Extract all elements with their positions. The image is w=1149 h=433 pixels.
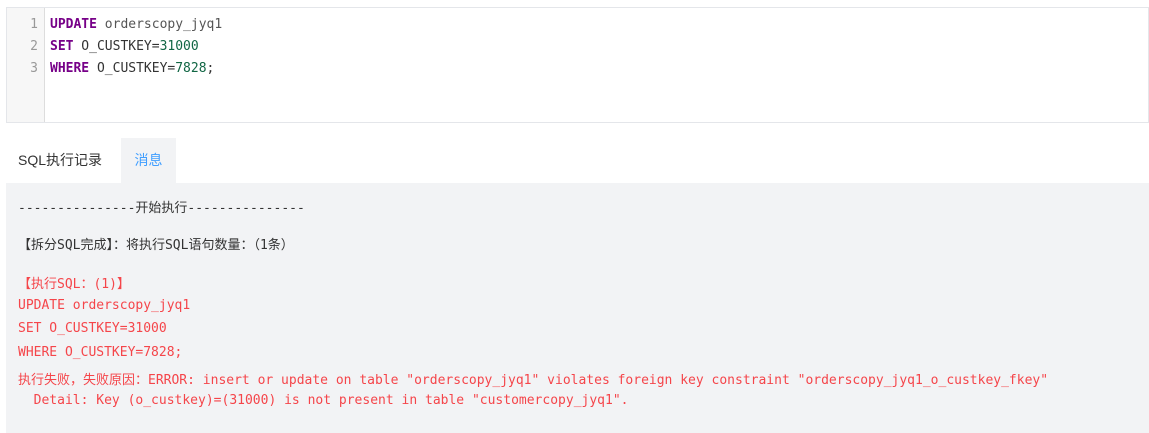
- sql-editor[interactable]: 1 2 3 UPDATE orderscopy_jyq1 SET O_CUSTK…: [6, 7, 1149, 123]
- code-line[interactable]: WHERE O_CUSTKEY=7828;: [50, 61, 214, 76]
- line-number-gutter: 1 2 3: [7, 8, 45, 122]
- messages-panel: ---------------开始执行--------------- 【拆分SQ…: [6, 183, 1149, 433]
- split-summary: 【拆分SQL完成】：将执行SQL语句数量：（1条）: [18, 238, 294, 253]
- sql-echo-line: UPDATE orderscopy_jyq1: [18, 298, 191, 313]
- code-text: O_CUSTKEY=: [73, 39, 160, 54]
- sql-keyword: UPDATE: [50, 17, 97, 32]
- error-detail: Detail: Key (o_custkey)=(31000) is not p…: [18, 393, 629, 408]
- sql-keyword: WHERE: [50, 61, 90, 76]
- tab-sql-history[interactable]: SQL执行记录: [6, 138, 119, 183]
- code-text: ;: [206, 61, 215, 76]
- line-number: 2: [30, 39, 38, 54]
- code-text: orderscopy_jyq1: [96, 17, 223, 32]
- code-line[interactable]: UPDATE orderscopy_jyq1: [50, 17, 222, 32]
- sql-echo-line: SET O_CUSTKEY=31000: [18, 321, 167, 336]
- line-number: 1: [30, 17, 38, 32]
- line-number: 3: [30, 61, 38, 76]
- code-number: 7828: [175, 61, 207, 76]
- start-line: ---------------开始执行---------------: [18, 201, 305, 216]
- sql-echo-line: WHERE O_CUSTKEY=7828;: [18, 345, 183, 360]
- code-text: O_CUSTKEY=: [89, 61, 176, 76]
- sql-keyword: SET: [50, 39, 74, 54]
- code-line[interactable]: SET O_CUSTKEY=31000: [50, 39, 199, 54]
- error-message: 执行失败，失败原因：ERROR: insert or update on tab…: [18, 373, 1049, 388]
- exec-header: 【执行SQL：(1)】: [18, 277, 130, 292]
- tab-messages[interactable]: 消息: [121, 138, 176, 183]
- code-number: 31000: [159, 39, 199, 54]
